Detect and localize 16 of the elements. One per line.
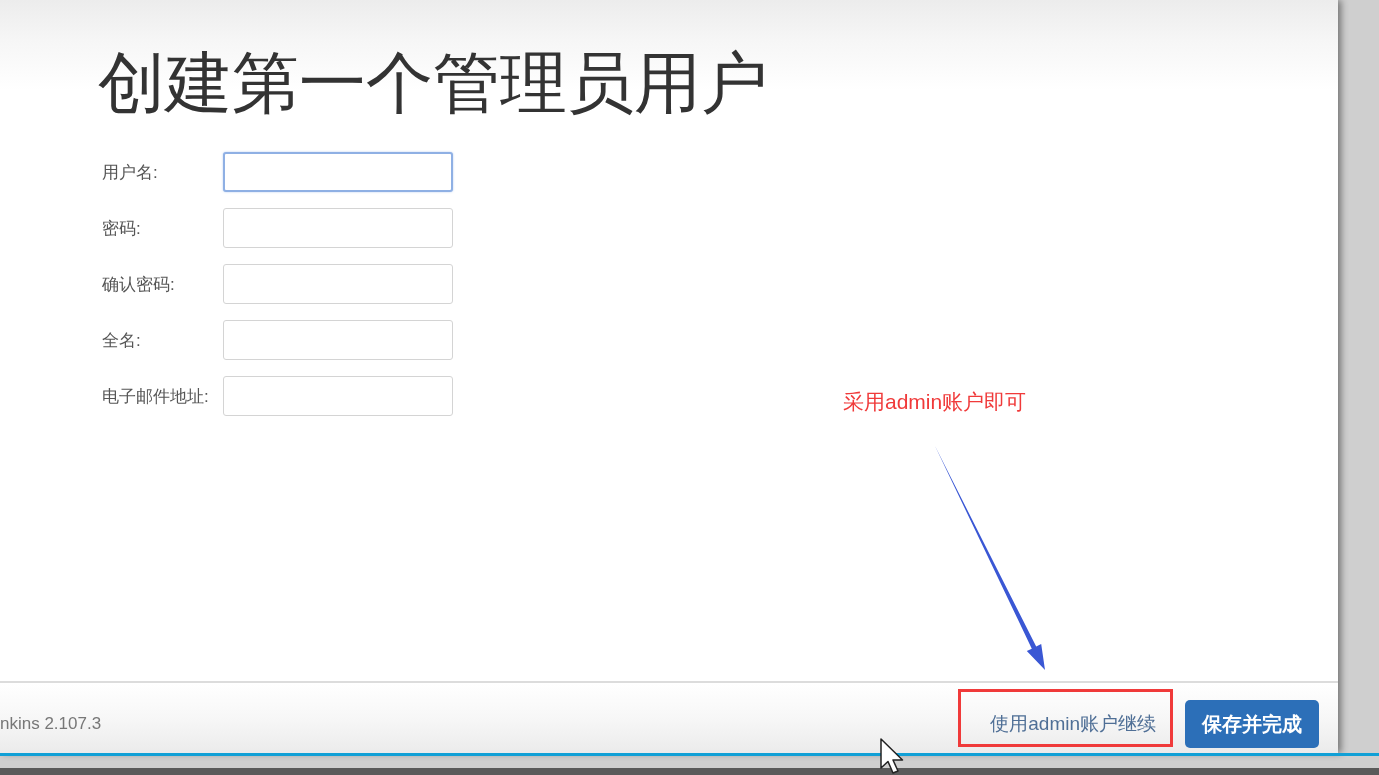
page-title: 创建第一个管理员用户 [98, 44, 768, 122]
text-field[interactable] [223, 320, 453, 361]
version-text: nkins 2.107.3 [0, 714, 102, 734]
cursor-icon [880, 738, 904, 774]
text-field[interactable] [223, 208, 453, 249]
field-label: 确认密码: [102, 273, 176, 296]
admin-continue-link[interactable]: 使用admin账户继续 [990, 707, 1156, 741]
field-label: 密码: [102, 217, 142, 240]
field-label: 用户名: [102, 161, 159, 184]
text-field[interactable] [223, 376, 453, 417]
field-label: 全名: [102, 329, 142, 352]
text-field[interactable] [223, 152, 453, 193]
annotation-text: 采用admin账户即可 [843, 389, 1027, 415]
text-field[interactable] [223, 264, 453, 305]
field-label: 电子邮件地址: [102, 385, 210, 408]
save-button[interactable]: 保存并完成 [1185, 700, 1319, 748]
